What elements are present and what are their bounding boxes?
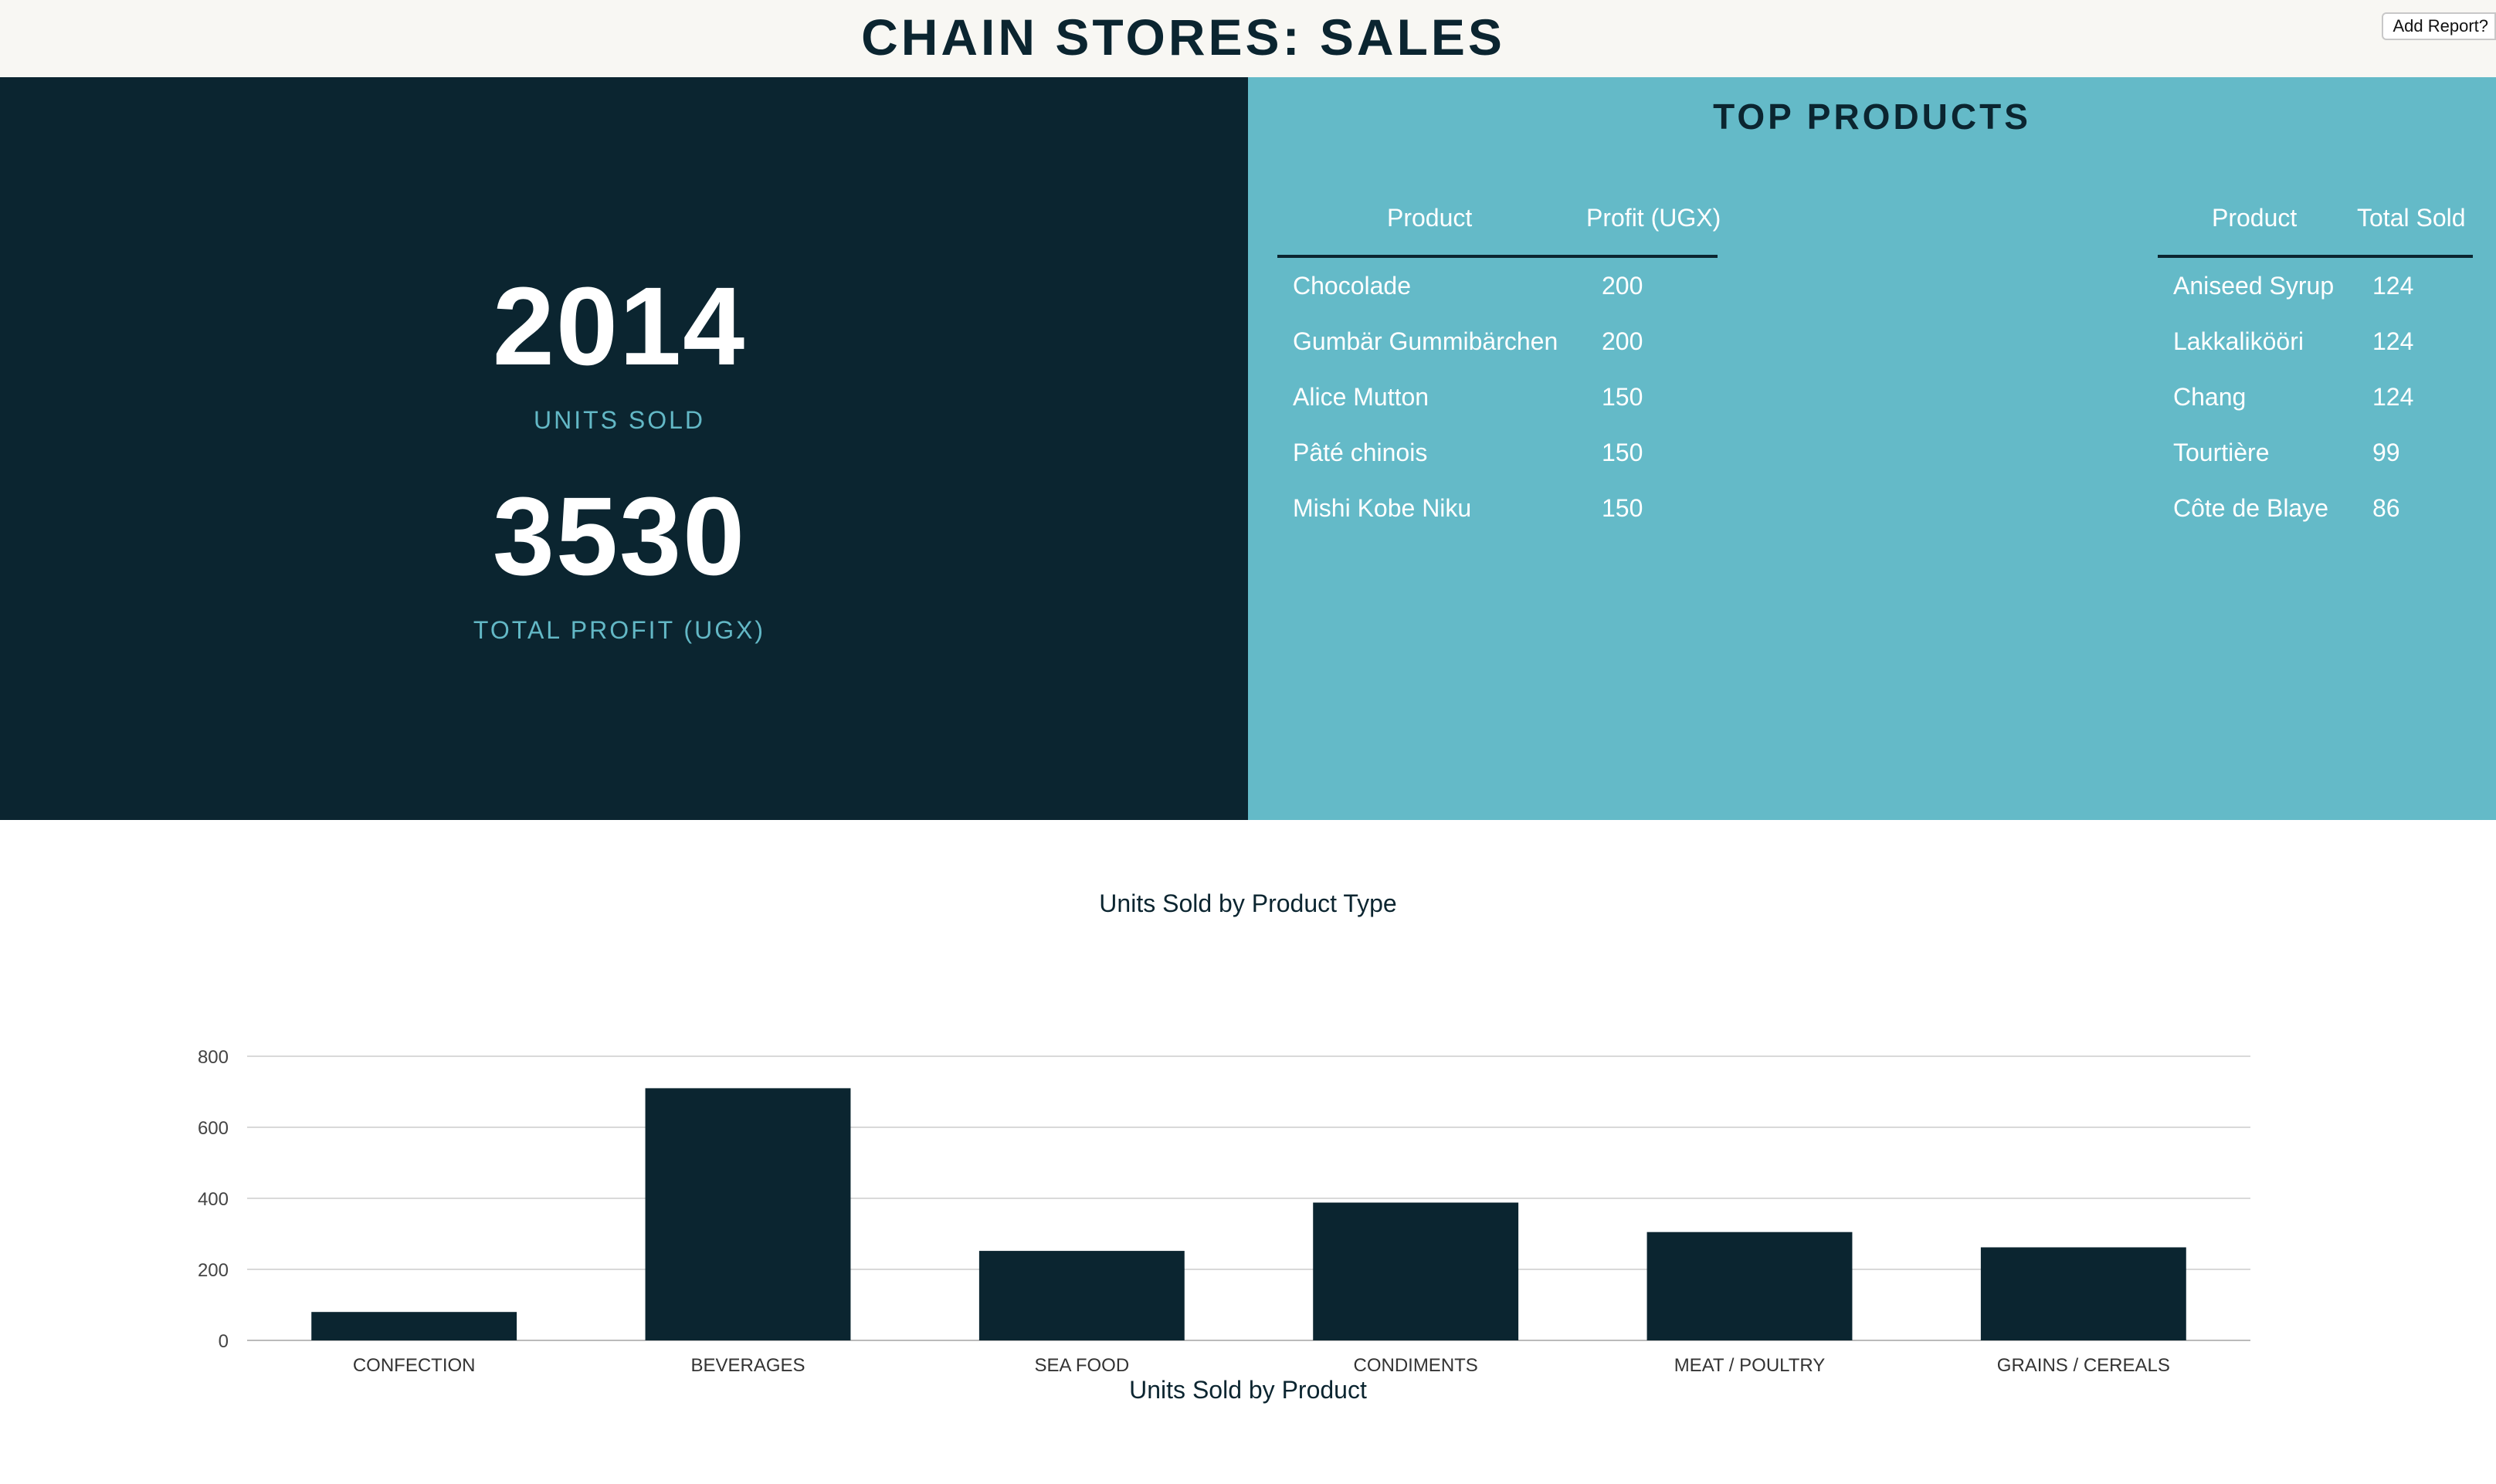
x-tick-label: CONFECTION [353, 1355, 476, 1376]
bar [1646, 1232, 1853, 1340]
header-bar: CHAIN STORES: SALES Add Report? [0, 0, 2496, 77]
stats-panel: 2014 UNITS SOLD 3530 TOTAL PROFIT (UGX) [0, 77, 1248, 820]
y-tick-label: 600 [198, 1118, 229, 1139]
total-profit-label: TOTAL PROFIT (UGX) [473, 616, 766, 644]
table-row-value: 124 [2372, 383, 2414, 411]
bar [311, 1312, 517, 1340]
units-table-header-product: Product [2212, 204, 2298, 232]
units-table: Product Total Sold Aniseed Syrup 124 Lak… [1248, 77, 2496, 695]
units-sold-label: UNITS SOLD [533, 406, 706, 434]
table-row-product: Tourtière [2173, 439, 2270, 466]
x-tick-label: GRAINS / CEREALS [1997, 1355, 2170, 1376]
units-table-header-total: Total Sold [2357, 204, 2466, 232]
next-chart-title: Units Sold by Product [1129, 1376, 1367, 1404]
table-row-value: 124 [2372, 327, 2414, 355]
x-tick-label: CONDIMENTS [1353, 1355, 1477, 1376]
table-row-product: Lakkalikööri [2173, 327, 2304, 355]
y-tick-label: 400 [198, 1189, 229, 1210]
y-tick-label: 0 [219, 1331, 229, 1352]
table-row-product: Côte de Blaye [2173, 494, 2329, 522]
x-tick-label: SEA FOOD [1034, 1355, 1129, 1376]
chart-title: Units Sold by Product Type [1099, 889, 1397, 917]
y-tick-label: 200 [198, 1260, 229, 1281]
bar [1980, 1247, 2186, 1340]
top-products-panel: TOP PRODUCTS Product Profit (UGX) Chocol… [1248, 77, 2496, 820]
units-by-type-chart: 0 200 400 600 800 CONFECTION BEVERAGES SEA FOOD… [198, 1047, 2250, 1376]
chart-section: Units Sold by Product Type 0 200 400 600 800… [0, 820, 2496, 1415]
bar [1313, 1202, 1519, 1340]
bar [978, 1251, 1185, 1340]
units-table-divider [2158, 255, 2473, 258]
table-row-value: 99 [2372, 439, 2400, 466]
table-row-value: 86 [2372, 494, 2400, 522]
y-tick-label: 800 [198, 1047, 229, 1068]
x-tick-label: MEAT / POULTRY [1674, 1355, 1826, 1376]
x-tick-label: BEVERAGES [690, 1355, 805, 1376]
table-row-product: Chang [2173, 383, 2247, 411]
add-report-button[interactable]: Add Report? [2382, 12, 2496, 40]
bar [645, 1088, 851, 1340]
total-profit-value: 3530 [492, 474, 747, 598]
table-row-product: Aniseed Syrup [2173, 272, 2335, 300]
table-row-value: 124 [2372, 272, 2414, 300]
page-title: CHAIN STORES: SALES [861, 8, 1505, 66]
units-sold-value: 2014 [492, 264, 747, 388]
